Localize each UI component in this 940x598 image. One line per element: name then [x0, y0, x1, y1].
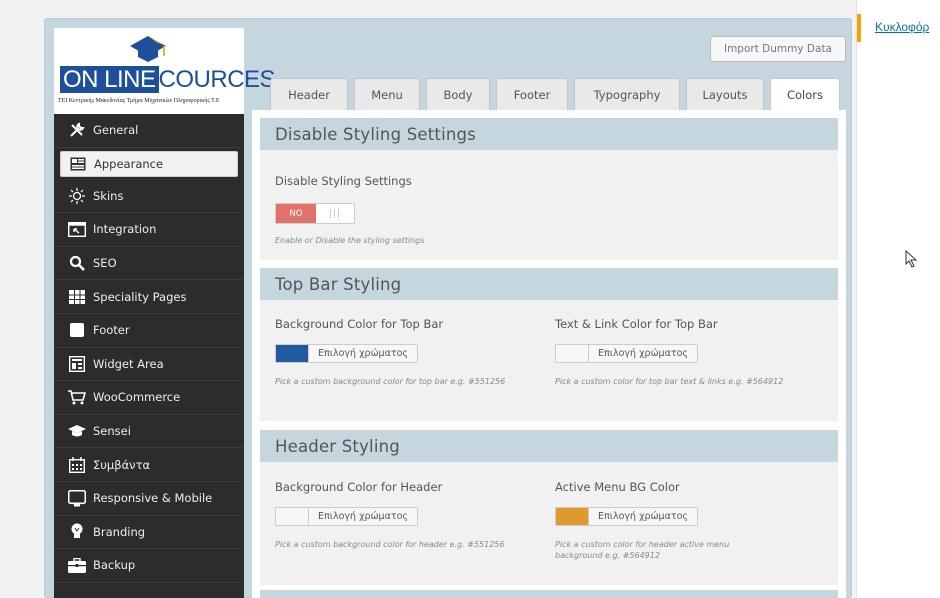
sidebar-item-skins[interactable]: Skins — [54, 180, 244, 214]
mortarboard-icon — [68, 423, 86, 439]
sidebar-item-label: Appearance — [94, 156, 164, 171]
tab-content: Disable Styling Settings Disable Styling… — [252, 110, 846, 598]
sidebar-item-label: WooCommerce — [93, 390, 181, 405]
sidebar-item-responsive-mobile[interactable]: Responsive & Mobile — [54, 482, 244, 516]
cart-icon — [68, 389, 86, 405]
tab-header[interactable]: Header — [270, 78, 348, 110]
site-logo: ON LINE COURCES ΤΕΙ Κεντρικής Μακεδονίας … — [54, 28, 276, 114]
section-title: Top Bar Styling — [260, 268, 838, 300]
next-section-header — [260, 590, 838, 598]
sidebar-item-seo[interactable]: SEO — [54, 247, 244, 281]
sidebar-item-backup[interactable]: Backup — [54, 549, 244, 583]
section-disable-styling: Disable Styling Settings Disable Styling… — [260, 118, 838, 260]
section-title: Header Styling — [260, 430, 838, 462]
disable-styling-toggle[interactable]: NO ||| — [275, 203, 355, 224]
tab-colors[interactable]: Colors — [770, 78, 840, 111]
color-picker-label: Επιλογή χρώματος — [588, 508, 697, 525]
briefcase-icon — [68, 557, 86, 573]
tab-menu[interactable]: Menu — [354, 78, 420, 110]
page: Κυκλοφόρ Import Dummy Data ON LINE COURCE… — [0, 0, 940, 598]
sidebar-item-appearance[interactable]: Appearance — [60, 150, 238, 177]
color-swatch — [556, 508, 588, 525]
sidebar-menu: General Appearance Skins Integration SEO Spec… — [54, 114, 244, 583]
sidebar-item-label: Integration — [93, 222, 157, 237]
logo-brand-part1: ON LINE — [60, 66, 159, 93]
active-menu-bg-label: Active Menu BG Color — [555, 480, 680, 494]
top-bar-bg-color-picker[interactable]: Επιλογή χρώματος — [275, 344, 418, 363]
toggle-value: NO — [276, 204, 316, 223]
mortarboard-logo-icon — [130, 36, 166, 62]
section-top-bar-styling: Top Bar Styling Background Color for Top… — [260, 268, 838, 421]
sidebar-item-label: Backup — [93, 558, 136, 573]
top-spacer — [0, 0, 856, 12]
grid-icon — [68, 289, 86, 305]
right-panel-accent — [857, 14, 861, 42]
toggle-grip: ||| — [328, 208, 342, 219]
widget-icon — [68, 355, 86, 372]
top-bar-text-help: Pick a custom color for top bar text & l… — [555, 377, 784, 386]
sidebar-item-label: Footer — [93, 323, 130, 338]
sidebar-item-footer[interactable]: Footer — [54, 314, 244, 348]
top-bar-text-label: Text & Link Color for Top Bar — [555, 317, 718, 331]
sidebar-item-sensei[interactable]: Sensei — [54, 415, 244, 449]
disable-styling-help: Enable or Disable the styling settings — [275, 236, 425, 245]
active-menu-bg-help: Pick a custom color for header active me… — [555, 540, 730, 560]
tab-layouts[interactable]: Layouts — [686, 78, 764, 110]
tab-footer[interactable]: Footer — [496, 78, 568, 110]
sidebar-item-general[interactable]: General — [54, 114, 244, 148]
tab-body[interactable]: Body — [426, 78, 490, 110]
sidebar-item-label: General — [93, 123, 139, 138]
sidebar-item-speciality-pages[interactable]: Speciality Pages — [54, 280, 244, 314]
sidebar-item-label: Skins — [93, 188, 124, 203]
section-title: Disable Styling Settings — [260, 118, 838, 150]
disable-styling-label: Disable Styling Settings — [275, 174, 412, 188]
sidebar-item-label: Branding — [93, 524, 146, 539]
sidebar-item-widget-area[interactable]: Widget Area — [54, 348, 244, 382]
wrench-icon — [68, 122, 86, 138]
mobile-icon — [68, 489, 86, 507]
import-dummy-data-button[interactable]: Import Dummy Data — [710, 36, 846, 62]
sidebar-item-label: Συμβάντα — [93, 457, 151, 472]
header-bg-label: Background Color for Header — [275, 480, 443, 494]
sidebar-item-branding[interactable]: Branding — [54, 516, 244, 550]
color-swatch — [276, 508, 308, 525]
top-bar-bg-help: Pick a custom background color for top b… — [275, 377, 506, 386]
top-bar-text-color-picker[interactable]: Επιλογή χρώματος — [555, 344, 698, 363]
color-swatch — [556, 345, 588, 362]
search-icon — [68, 255, 86, 271]
sidebar-item-label: Widget Area — [93, 356, 164, 371]
color-picker-label: Επιλογή χρώματος — [588, 345, 697, 362]
color-picker-label: Επιλογή χρώματος — [308, 345, 417, 362]
color-picker-label: Επιλογή χρώματος — [308, 508, 417, 525]
logo-subtitle: ΤΕΙ Κεντρικής Μακεδονίας Τμήμα Μηχανικών… — [58, 98, 220, 104]
sidebar-item-woocommerce[interactable]: WooCommerce — [54, 381, 244, 415]
footer-icon — [68, 322, 86, 338]
section-header-styling: Header Styling Background Color for Head… — [260, 430, 838, 585]
sidebar-item-συμβ-ντα[interactable]: Συμβάντα — [54, 448, 244, 482]
color-swatch — [276, 345, 308, 362]
sidebar-item-label: SEO — [93, 256, 117, 271]
logo-brand-part2: COURCES — [158, 66, 276, 93]
right-panel: Κυκλοφόρ — [856, 0, 940, 598]
tab-typography[interactable]: Typography — [574, 78, 680, 110]
top-bar-bg-label: Background Color for Top Bar — [275, 317, 444, 331]
options-sidebar: ON LINE COURCES ΤΕΙ Κεντρικής Μακεδονίας … — [54, 28, 276, 598]
sidebar-item-label: Responsive & Mobile — [93, 491, 213, 506]
logo-brand-text: ON LINE COURCES — [60, 66, 276, 94]
mouse-cursor-icon — [905, 250, 918, 268]
right-panel-link[interactable]: Κυκλοφόρ — [875, 20, 929, 34]
header-bg-help: Pick a custom background color for heade… — [275, 540, 505, 549]
layout-icon — [69, 156, 87, 172]
window-icon — [68, 221, 86, 237]
sidebar-item-integration[interactable]: Integration — [54, 213, 244, 247]
header-bg-color-picker[interactable]: Επιλογή χρώματος — [275, 507, 418, 526]
tab-bar: Header Menu Body Footer Typography Layouts Col… — [270, 78, 846, 111]
calendar-icon — [68, 456, 86, 473]
active-menu-bg-color-picker[interactable]: Επιλογή χρώματος — [555, 507, 698, 526]
sidebar-item-label: Sensei — [93, 424, 131, 439]
sidebar-item-label: Speciality Pages — [93, 289, 187, 304]
bulb-icon — [68, 523, 86, 540]
sun-icon — [68, 187, 86, 204]
